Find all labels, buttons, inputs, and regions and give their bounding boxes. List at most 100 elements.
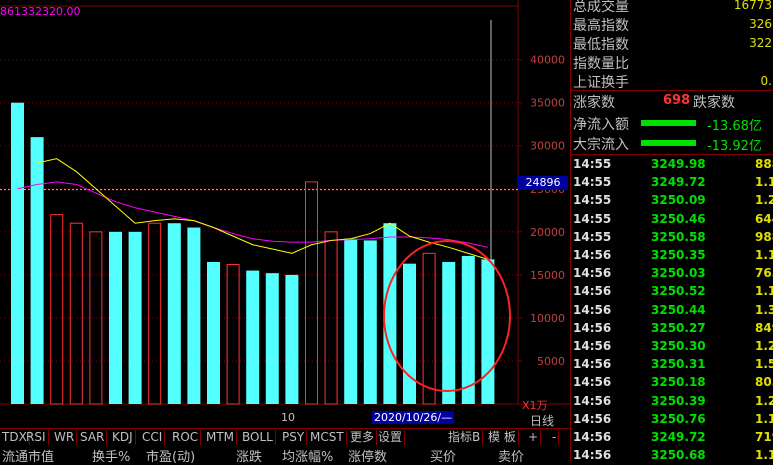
tick-volume: 1.2 xyxy=(755,339,773,353)
indicator-tab[interactable]: CCI xyxy=(140,430,166,445)
tick-time: 14:56 xyxy=(573,357,612,372)
advance-count: 698 xyxy=(663,93,691,108)
flow-label: 净流入额 xyxy=(573,117,629,133)
volume-bar xyxy=(11,102,24,405)
indicator-tab[interactable]: WR xyxy=(52,430,78,445)
tick-volume: 644 xyxy=(755,211,773,226)
tick-volume: 805 xyxy=(755,375,773,390)
volume-bar xyxy=(226,264,240,405)
tick-price: 3250.03 xyxy=(651,266,706,281)
indicator-tab[interactable]: MCST xyxy=(308,430,347,445)
tick-price: 3250.30 xyxy=(651,339,706,353)
tick-price: 3250.18 xyxy=(651,375,706,390)
indicator-tab[interactable]: 更多 xyxy=(348,430,378,445)
tick-price: 3249.98 xyxy=(651,157,706,171)
volume-bar xyxy=(442,261,456,404)
y-tick-label: 5000 xyxy=(537,355,565,368)
column-header[interactable]: 买价 xyxy=(430,446,456,465)
tick-time: 14:56 xyxy=(573,320,612,335)
volume-bar xyxy=(344,238,358,404)
indicator-tab[interactable]: RSI xyxy=(24,430,49,445)
column-header[interactable]: 市盈(动) xyxy=(146,446,195,465)
stat-label: 最高指数 xyxy=(573,18,629,34)
indicator-tab[interactable]: BOLL xyxy=(240,430,276,445)
tick-time: 14:55 xyxy=(573,193,612,208)
tick-volume: 888 xyxy=(755,157,773,171)
column-header[interactable]: 涨跌 xyxy=(236,446,262,465)
tick-price: 3250.44 xyxy=(651,302,706,317)
column-header-bar: 流通市值 换手% 市盈(动) 涨跌 均涨幅% 涨停数 买价 卖价 xyxy=(0,446,570,465)
indicator-tab[interactable]: MTM xyxy=(204,430,238,445)
tick-price: 3250.35 xyxy=(651,248,706,262)
date-label: 2020/10/26/— xyxy=(372,411,455,424)
tick-volume: 1.2 xyxy=(755,193,773,208)
volume-bar xyxy=(383,223,397,404)
stat-value: 322 xyxy=(749,36,772,50)
tick-price: 3250.27 xyxy=(651,320,706,335)
volume-bar xyxy=(128,231,142,404)
tick-time: 14:56 xyxy=(573,248,612,262)
indicator-tab[interactable]: ROC xyxy=(170,430,202,445)
market-info-panel: 总成交量 16773 最高指数 326 最低指数 322 指数量比 上证换手 0. 涨家数 698 跌… xyxy=(570,0,773,462)
tick-volume: 1.1 xyxy=(755,175,773,190)
tick-time: 14:56 xyxy=(573,393,612,408)
volume-bar xyxy=(285,274,299,404)
volume-bar xyxy=(363,240,377,404)
column-header[interactable]: 涨停数 xyxy=(348,446,387,465)
crosshair-value: 24896 xyxy=(518,176,568,190)
total-value-label: 861332320.00 xyxy=(0,5,81,18)
toolbar-button[interactable]: 模 板 xyxy=(486,430,519,445)
toolbar-button[interactable]: 指标B xyxy=(446,430,484,445)
panel-divider xyxy=(571,154,773,155)
decline-label: 跌家数 xyxy=(693,95,735,111)
tick-volume: 988 xyxy=(755,229,773,244)
tick-time: 14:56 xyxy=(573,375,612,390)
toolbar-button[interactable]: - xyxy=(550,430,560,445)
tick-volume: 765 xyxy=(755,266,773,281)
stat-label: 最低指数 xyxy=(573,37,629,53)
tick-time: 14:55 xyxy=(573,229,612,244)
y-tick-label: 10000 xyxy=(530,312,565,325)
indicator-tab[interactable]: PSY xyxy=(280,430,308,445)
y-tick-label: 30000 xyxy=(530,140,565,153)
volume-bar xyxy=(422,252,436,405)
volume-bar xyxy=(109,231,122,404)
tick-time: 14:55 xyxy=(573,211,612,226)
column-header[interactable]: 换手% xyxy=(92,446,130,465)
volume-bar xyxy=(481,259,495,404)
tick-price: 3250.39 xyxy=(651,393,706,408)
y-tick-label: 35000 xyxy=(530,97,565,110)
tick-volume: 1.1 xyxy=(755,248,773,262)
column-header[interactable]: 卖价 xyxy=(498,446,524,465)
tick-price: 3250.76 xyxy=(651,411,706,426)
tick-price: 3250.09 xyxy=(651,193,706,208)
ma1-line xyxy=(36,158,489,260)
volume-chart: 500010000150002000025000300003500040000 xyxy=(0,0,570,405)
flow-bar xyxy=(641,140,696,146)
tick-time: 14:56 xyxy=(573,430,612,444)
tick-time: 14:56 xyxy=(573,284,612,299)
tick-volume: 1.3 xyxy=(755,302,773,317)
volume-bar xyxy=(246,270,260,404)
indicator-tab[interactable]: 设置 xyxy=(376,430,406,445)
tick-price: 3250.52 xyxy=(651,284,706,299)
tick-price: 3250.31 xyxy=(651,357,706,372)
volume-bar xyxy=(148,222,162,405)
y-tick-label: 15000 xyxy=(530,269,565,282)
period-label[interactable]: 日线 xyxy=(530,412,554,429)
indicator-tab[interactable]: KDJ xyxy=(110,430,136,445)
volume-bar xyxy=(403,263,416,404)
tick-volume: 719 xyxy=(755,430,773,444)
tick-volume: 849 xyxy=(755,320,773,335)
flow-bar xyxy=(641,120,696,126)
tick-price: 3250.46 xyxy=(651,211,706,226)
tick-price: 3249.72 xyxy=(651,430,706,444)
column-header[interactable]: 均涨幅% xyxy=(282,446,333,465)
volume-bar xyxy=(69,222,83,405)
indicator-tab-bar: TDX RSI WR SAR KDJ CCI ROC MTM BOLL PSY MCST 更多 设置 指标… xyxy=(0,428,570,446)
column-header[interactable]: 流通市值 xyxy=(2,446,54,465)
indicator-tab[interactable]: SAR xyxy=(78,430,108,445)
toolbar-button[interactable]: + xyxy=(526,430,542,445)
ma2-line xyxy=(17,181,489,248)
tick-time: 14:56 xyxy=(573,411,612,426)
